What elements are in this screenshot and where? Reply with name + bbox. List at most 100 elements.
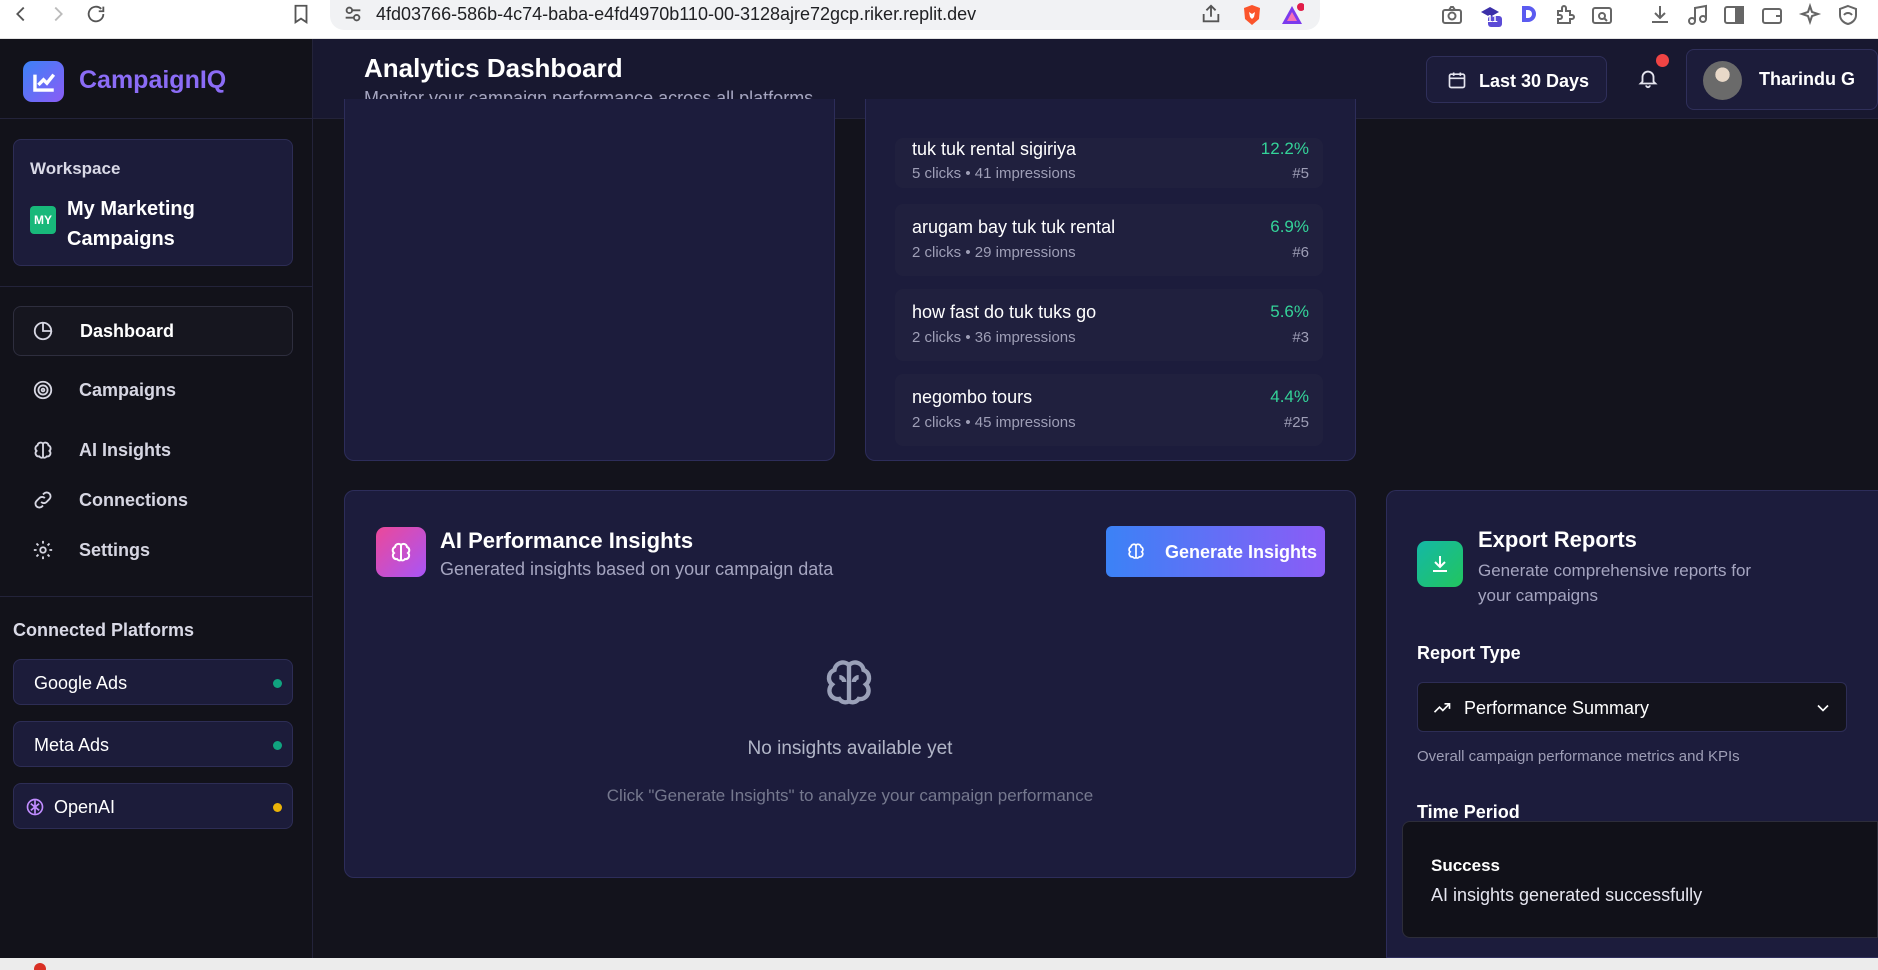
calendar-icon xyxy=(1447,70,1467,90)
link-icon xyxy=(32,489,54,511)
brand-name: CampaignIQ xyxy=(79,66,227,94)
status-dot xyxy=(273,803,282,812)
platform-label: Google Ads xyxy=(34,673,128,693)
keyword-ctr: 12.2% xyxy=(1260,139,1309,158)
keyword-name: tuk tuk rental sigiriya xyxy=(912,139,1077,159)
toast-message: AI insights generated successfully xyxy=(1431,885,1703,905)
date-range-button[interactable]: Last 30 Days xyxy=(1426,56,1607,103)
browser-toolbar: 4fd03766-586b-4c74-baba-e4fd4970b110-00-… xyxy=(0,0,1878,39)
leo-icon[interactable] xyxy=(1798,3,1822,27)
keyword-rank: #3 xyxy=(1292,329,1309,346)
music-icon[interactable] xyxy=(1686,3,1710,27)
sidebar-item-ai-insights[interactable]: AI Insights xyxy=(13,426,293,476)
platform-meta-ads[interactable]: Meta Ads xyxy=(13,721,293,767)
keyword-row[interactable]: arugam bay tuk tuk rental 2 clicks • 29 … xyxy=(895,204,1323,276)
brave-shield-icon[interactable] xyxy=(1240,3,1264,27)
sidebar-item-connections[interactable]: Connections xyxy=(13,476,293,526)
tab-search-icon[interactable] xyxy=(1590,3,1614,27)
share-icon[interactable] xyxy=(1200,3,1222,25)
target-icon xyxy=(32,379,54,401)
keyword-rank: #5 xyxy=(1292,165,1309,182)
workspace-name: My Marketing Campaigns xyxy=(67,198,195,250)
date-range-label: Last 30 Days xyxy=(1479,71,1590,91)
ai-insights-title: AI Performance Insights xyxy=(440,528,694,553)
browser-bottom-bar xyxy=(0,958,1878,970)
pie-chart-icon xyxy=(32,320,54,342)
success-toast[interactable]: Success AI insights generated successful… xyxy=(1402,821,1878,938)
chart-logo-icon xyxy=(23,61,64,102)
keyword-meta: 5 clicks • 41 impressions xyxy=(912,165,1076,182)
brain-icon xyxy=(820,653,878,711)
sidebar-item-label: Dashboard xyxy=(80,321,175,341)
keyword-row[interactable]: how fast do tuk tuks go 2 clicks • 36 im… xyxy=(895,289,1323,361)
camera-icon[interactable] xyxy=(1440,3,1464,27)
generate-insights-button[interactable]: Generate Insights xyxy=(1106,526,1325,577)
keyword-ctr: 4.4% xyxy=(1270,387,1309,406)
sidebar-item-label: Settings xyxy=(79,540,151,560)
keyword-meta: 2 clicks • 29 impressions xyxy=(912,244,1076,261)
forward-icon[interactable] xyxy=(47,3,69,25)
platform-google-ads[interactable]: Google Ads xyxy=(13,659,293,705)
site-settings-icon[interactable] xyxy=(342,3,364,25)
keyword-name: negombo tours xyxy=(912,387,1033,407)
platform-label: OpenAI xyxy=(54,797,116,817)
reload-icon[interactable] xyxy=(85,3,107,25)
url-text: 4fd03766-586b-4c74-baba-e4fd4970b110-00-… xyxy=(376,4,977,24)
report-type-description: Overall campaign performance metrics and… xyxy=(1417,748,1740,765)
ai-insights-subtitle: Generated insights based on your campaig… xyxy=(440,559,834,579)
keyword-row[interactable]: tuk tuk rental sigiriya 5 clicks • 41 im… xyxy=(895,138,1323,188)
platform-openai[interactable]: OpenAI xyxy=(13,783,293,829)
sidebar-item-settings[interactable]: Settings xyxy=(13,526,293,576)
vpn-icon[interactable] xyxy=(1836,3,1860,27)
user-name: Tharindu G xyxy=(1759,69,1855,89)
platform-label: Meta Ads xyxy=(34,735,110,755)
back-icon[interactable] xyxy=(10,3,32,25)
export-reports-subtitle: Generate comprehensive reports for your … xyxy=(1478,561,1752,605)
wallet-icon[interactable] xyxy=(1760,3,1784,27)
report-type-label: Report Type xyxy=(1417,643,1521,663)
keyword-meta: 2 clicks • 36 impressions xyxy=(912,329,1076,346)
page-title: Analytics Dashboard xyxy=(364,53,623,83)
bell-icon[interactable] xyxy=(1637,67,1659,89)
sidebar: CampaignIQ Workspace MY My Marketing Cam… xyxy=(0,39,313,958)
puzzle-icon[interactable] xyxy=(1554,3,1578,27)
sidebar-item-campaigns[interactable]: Campaigns xyxy=(13,366,293,416)
keyword-meta: 2 clicks • 45 impressions xyxy=(912,414,1076,431)
brand[interactable]: CampaignIQ xyxy=(0,39,313,119)
extension-d-icon[interactable] xyxy=(1516,3,1540,27)
extension-badge: 11 xyxy=(1487,14,1498,25)
sidebar-icon[interactable] xyxy=(1722,3,1746,27)
brain-icon xyxy=(376,527,426,577)
toast-title: Success xyxy=(1431,856,1500,875)
download-icon xyxy=(1417,541,1463,587)
avatar xyxy=(1703,61,1742,100)
user-menu-button[interactable]: Tharindu G xyxy=(1686,49,1878,110)
sidebar-item-label: Campaigns xyxy=(79,380,177,400)
bookmark-icon[interactable] xyxy=(290,3,312,25)
workspace-card[interactable]: Workspace MY My Marketing Campaigns xyxy=(13,139,293,266)
keyword-row[interactable]: negombo tours 2 clicks • 45 impressions … xyxy=(895,374,1323,446)
brain-icon xyxy=(1126,541,1146,561)
sidebar-item-dashboard[interactable]: Dashboard xyxy=(13,306,293,356)
chart-card xyxy=(344,99,835,461)
generate-insights-label: Generate Insights xyxy=(1165,542,1318,562)
keyword-rank: #25 xyxy=(1283,414,1309,431)
address-bar[interactable]: 4fd03766-586b-4c74-baba-e4fd4970b110-00-… xyxy=(330,0,1320,30)
workspace-badge: MY xyxy=(30,206,56,234)
status-dot xyxy=(273,741,282,750)
status-indicator-icon xyxy=(34,963,46,970)
divider xyxy=(0,596,313,597)
sidebar-item-label: Connections xyxy=(79,490,189,510)
status-dot xyxy=(273,679,282,688)
notification-badge xyxy=(1656,54,1669,67)
keyword-ctr: 6.9% xyxy=(1270,217,1309,236)
brave-rewards-icon[interactable] xyxy=(1280,3,1304,27)
download-icon[interactable] xyxy=(1648,3,1672,27)
openai-icon xyxy=(25,797,45,817)
gear-icon xyxy=(32,539,54,561)
empty-state-title: No insights available yet xyxy=(747,738,953,759)
brain-icon xyxy=(32,439,54,461)
report-type-select[interactable]: Performance Summary xyxy=(1417,682,1847,732)
report-type-value: Performance Summary xyxy=(1464,698,1650,718)
workspace-label: Workspace xyxy=(30,159,121,178)
